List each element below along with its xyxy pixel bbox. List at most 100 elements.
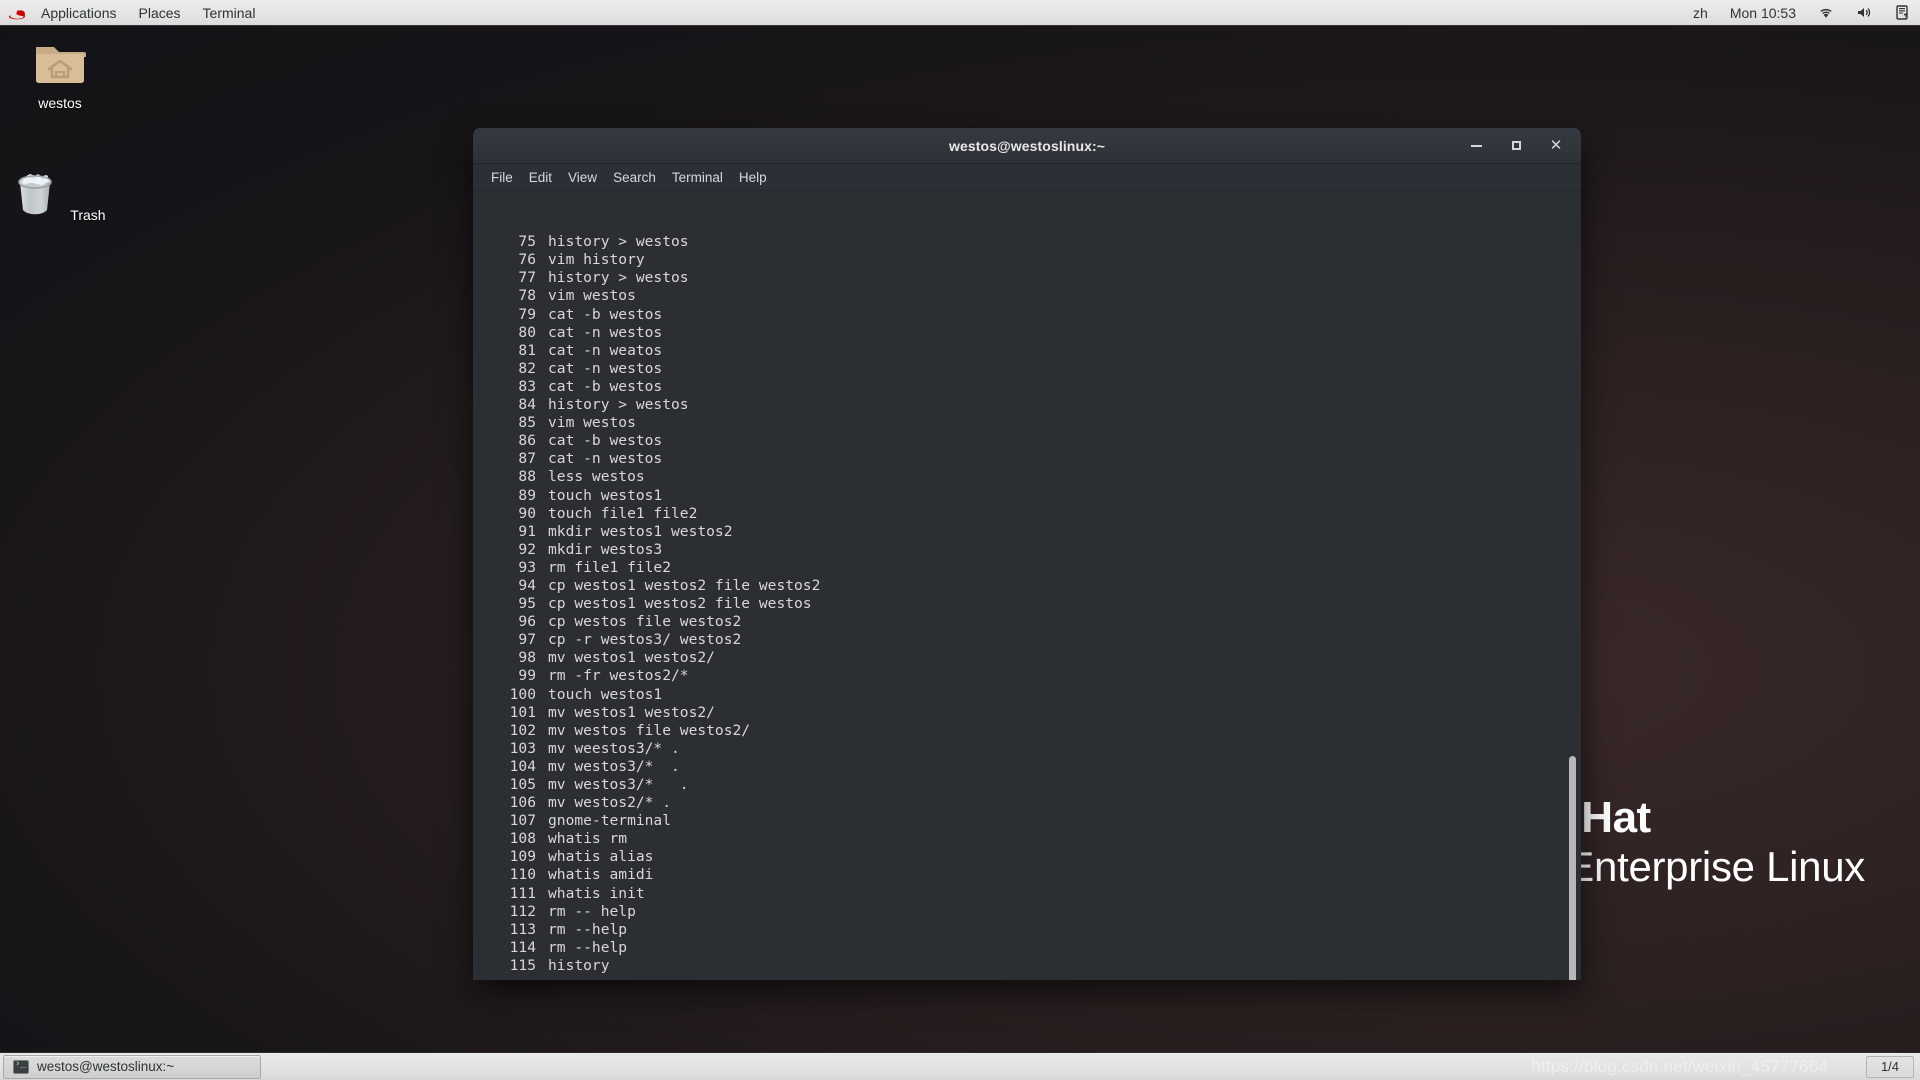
terminal-history-command: gnome-terminal <box>548 812 672 830</box>
terminal-history-number: 109 <box>509 848 536 866</box>
terminal-history-line: 110 whatis amidi <box>481 866 1563 884</box>
terminal-history-line: 108 whatis rm <box>481 830 1563 848</box>
terminal-history-line: 103 mv weestos3/* . <box>481 740 1563 758</box>
terminal-history-number: 87 <box>518 450 536 468</box>
terminal-history-command: rm --help <box>548 938 628 956</box>
terminal-history-command: mv westos1 westos2/ <box>548 649 715 667</box>
window-controls: ✕ <box>1467 137 1581 155</box>
terminal-history-number: 110 <box>509 866 536 884</box>
terminal-history-list: 75 history > westos 76 vim history 77 history… <box>481 233 1563 975</box>
terminal-history-number: 97 <box>518 631 536 649</box>
terminal-history-number: 95 <box>518 595 536 613</box>
terminal-history-command: whatis amidi <box>548 866 654 884</box>
terminal-history-line: 101 mv westos1 westos2/ <box>481 704 1563 722</box>
terminal-history-line: 79 cat -b westos <box>481 306 1563 324</box>
terminal-history-command: mv westos2/* . <box>548 794 672 812</box>
terminal-history-line: 97 cp -r westos3/ westos2 <box>481 631 1563 649</box>
wallpaper-brand-line2: Enterprise Linux <box>1566 843 1865 891</box>
terminal-history-command: history > westos <box>548 269 689 287</box>
desktop[interactable]: Red Hat Enterprise Linux westos <box>0 0 1920 1080</box>
terminal-history-line: 77 history > westos <box>481 269 1563 287</box>
terminal-history-command: whatis rm <box>548 830 628 848</box>
terminal-titlebar[interactable]: westos@westoslinux:~ ✕ <box>473 128 1581 164</box>
terminal-history-command: mkdir westos1 westos2 <box>548 522 733 540</box>
terminal-history-line: 75 history > westos <box>481 233 1563 251</box>
terminal-window[interactable]: westos@westoslinux:~ ✕ File Edit View Se… <box>473 128 1581 980</box>
terminal-history-command: cp -r westos3/ westos2 <box>548 631 742 649</box>
terminal-history-command: cat -n westos <box>548 450 663 468</box>
terminal-history-line: 88 less westos <box>481 468 1563 486</box>
terminal-history-line: 96 cp westos file westos2 <box>481 613 1563 631</box>
terminal-history-number: 96 <box>518 613 536 631</box>
terminal-history-command: whatis alias <box>548 848 654 866</box>
clock[interactable]: Mon 10:53 <box>1719 0 1807 26</box>
terminal-history-number: 91 <box>518 522 536 540</box>
terminal-scrollbar[interactable] <box>1563 191 1581 980</box>
terminal-history-command: cat -b westos <box>548 432 663 450</box>
menu-help[interactable]: Help <box>731 167 775 188</box>
workspace-indicator[interactable]: 1/4 <box>1866 1055 1914 1078</box>
terminal-history-number: 107 <box>509 812 536 830</box>
input-source-indicator[interactable]: zh <box>1682 0 1719 26</box>
terminal-history-number: 105 <box>509 776 536 793</box>
terminal-history-line: 84 history > westos <box>481 396 1563 414</box>
close-icon[interactable]: ✕ <box>1547 137 1565 155</box>
terminal-history-number: 115 <box>509 956 536 974</box>
redhat-logo-icon[interactable] <box>8 6 28 20</box>
terminal-history-number: 113 <box>509 920 536 938</box>
menu-edit[interactable]: Edit <box>521 167 560 188</box>
terminal-history-number: 88 <box>518 468 536 486</box>
terminal-history-number: 100 <box>509 685 536 703</box>
terminal-history-line: 85 vim westos <box>481 414 1563 432</box>
terminal-history-number: 76 <box>518 251 536 269</box>
terminal-history-line: 89 touch westos1 <box>481 487 1563 505</box>
terminal-history-line: 91 mkdir westos1 westos2 <box>481 523 1563 541</box>
terminal-history-command: cp westos1 westos2 file westos2 <box>548 576 821 594</box>
maximize-icon[interactable] <box>1507 137 1525 155</box>
menu-applications[interactable]: Applications <box>30 0 128 26</box>
terminal-history-line: 87 cat -n westos <box>481 450 1563 468</box>
terminal-history-line: 106 mv westos2/* . <box>481 794 1563 812</box>
menu-search[interactable]: Search <box>605 167 664 188</box>
terminal-history-line: 99 rm -fr westos2/* <box>481 667 1563 685</box>
menu-places[interactable]: Places <box>128 0 192 26</box>
terminal-history-command: cat -n westos <box>548 323 663 341</box>
taskbar-item-terminal[interactable]: westos@westoslinux:~ <box>3 1054 261 1079</box>
minimize-icon[interactable] <box>1467 137 1485 155</box>
menu-file[interactable]: File <box>483 167 521 188</box>
volume-icon[interactable] <box>1845 0 1885 26</box>
terminal-history-line: 82 cat -n westos <box>481 360 1563 378</box>
terminal-history-command: vim westos <box>548 287 636 305</box>
terminal-history-number: 77 <box>518 269 536 287</box>
terminal-history-command: vim westos <box>548 414 636 432</box>
terminal-history-line: 95 cp westos1 westos2 file westos <box>481 595 1563 613</box>
wallpaper-brand-hat: Hat <box>1581 792 1651 842</box>
desktop-icon-home-label: westos <box>38 95 82 111</box>
terminal-history-line: 90 touch file1 file2 <box>481 505 1563 523</box>
desktop-icon-trash[interactable]: Trash <box>8 168 112 224</box>
battery-icon[interactable] <box>1885 0 1920 26</box>
bottom-panel: westos@westoslinux:~ https://blog.csdn.n… <box>0 1052 1920 1080</box>
menu-terminal-app[interactable]: Terminal <box>192 0 267 26</box>
terminal-scrollbar-thumb[interactable] <box>1569 756 1576 980</box>
wifi-icon[interactable] <box>1807 0 1845 26</box>
terminal-history-command: cat -b westos <box>548 377 663 395</box>
terminal-history-line: 98 mv westos1 westos2/ <box>481 649 1563 667</box>
terminal-history-number: 84 <box>518 396 536 414</box>
terminal-history-command: mv westos1 westos2/ <box>548 703 715 721</box>
terminal-history-number: 79 <box>518 305 536 323</box>
terminal-body[interactable]: 75 history > westos 76 vim history 77 history… <box>473 191 1581 980</box>
terminal-history-number: 90 <box>518 504 536 522</box>
terminal-history-number: 99 <box>518 667 536 685</box>
folder-home-icon <box>36 47 86 83</box>
terminal-history-number: 106 <box>509 794 536 812</box>
terminal-history-line: 83 cat -b westos <box>481 378 1563 396</box>
menu-view[interactable]: View <box>560 167 605 188</box>
desktop-icon-home-folder[interactable]: westos <box>8 40 112 112</box>
wallpaper-brand-line1: Red Hat <box>1566 792 1865 842</box>
terminal-history-line: 109 whatis alias <box>481 848 1563 866</box>
terminal-history-line: 81 cat -n weatos <box>481 342 1563 360</box>
menu-terminal[interactable]: Terminal <box>664 167 731 188</box>
terminal-history-line: 76 vim history <box>481 251 1563 269</box>
terminal-history-line: 86 cat -b westos <box>481 432 1563 450</box>
